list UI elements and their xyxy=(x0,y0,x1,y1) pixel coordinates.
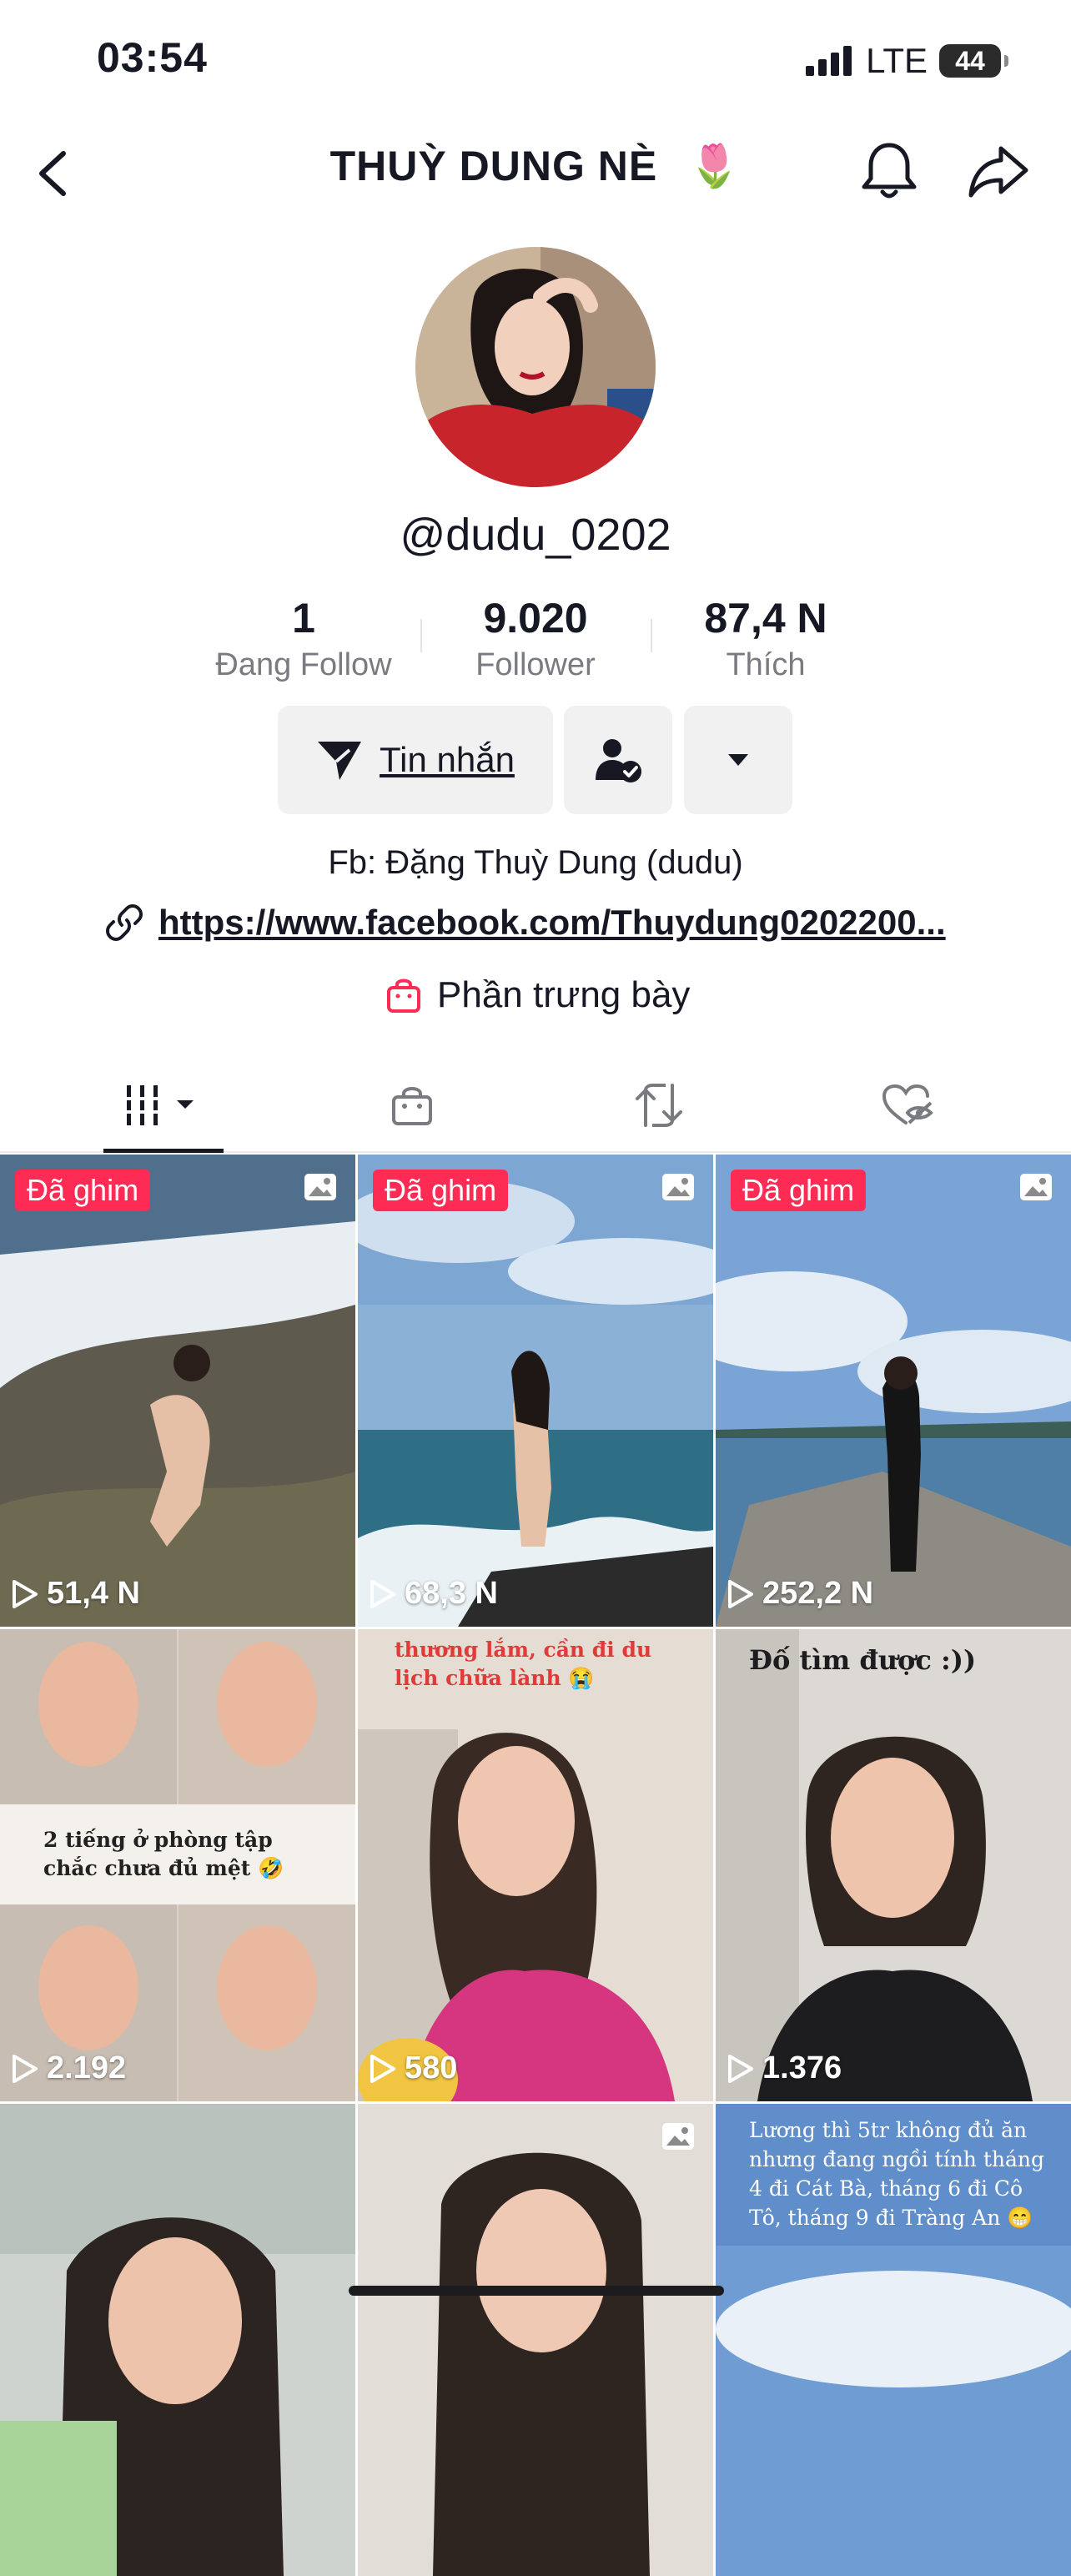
video-thumbnail xyxy=(0,2104,355,2576)
tulip-emoji: 🌷 xyxy=(688,143,742,189)
bio-link-text: https://www.facebook.com/Thuydung0202200… xyxy=(158,903,946,942)
view-count-value: 68,3 N xyxy=(405,1576,498,1611)
video-caption: 2 tiếng ở phòng tập chắc chưa đủ mệt 🤣 xyxy=(43,1828,284,1880)
video-tile[interactable]: Lương thì 5tr không đủ ăn nhưng đang ngồ… xyxy=(716,2104,1071,2576)
status-time: 03:54 xyxy=(97,34,208,81)
video-thumbnail xyxy=(358,2104,713,2576)
video-caption: Đố tìm được :)) xyxy=(749,1644,977,1676)
play-icon xyxy=(13,2054,38,2083)
showcase-label: Phần trưng bày xyxy=(437,974,691,1015)
bell-icon[interactable] xyxy=(859,140,919,202)
battery-icon: 44 xyxy=(939,44,1008,78)
likes-count: 87,4 N xyxy=(704,595,827,641)
view-count-value: 580 xyxy=(405,2050,458,2085)
showcase-link[interactable]: Phần trưng bày xyxy=(385,974,690,1016)
pinned-badge: Đã ghim xyxy=(373,1170,509,1211)
more-options-button[interactable] xyxy=(684,706,792,814)
bio-text: Fb: Đặng Thuỳ Dung (dudu) xyxy=(328,844,743,881)
play-icon xyxy=(370,2054,395,2083)
photo-icon xyxy=(304,1174,336,1200)
share-icon[interactable] xyxy=(968,143,1029,199)
avatar[interactable] xyxy=(415,247,656,487)
play-icon xyxy=(728,1579,753,1608)
tab-liked[interactable] xyxy=(847,1059,968,1151)
send-icon xyxy=(318,742,362,780)
active-tab-indicator xyxy=(103,1149,224,1153)
video-tile[interactable]: Đã ghim 68,3 N xyxy=(358,1155,713,1627)
video-tile[interactable]: Đã ghim 252,2 N xyxy=(716,1155,1071,1627)
caret-down-icon xyxy=(728,754,748,766)
battery-level: 44 xyxy=(955,45,985,76)
play-icon xyxy=(370,1579,395,1608)
pinned-badge: Đã ghim xyxy=(731,1170,867,1211)
video-tile[interactable]: Đã ghim 51,4 N xyxy=(0,1155,355,1627)
likes-label: Thích xyxy=(726,647,806,682)
view-count: 51,4 N xyxy=(12,1576,140,1612)
view-count: 2.192 xyxy=(12,2050,126,2086)
view-count-value: 51,4 N xyxy=(47,1576,140,1611)
shop-icon xyxy=(392,1087,432,1125)
message-button[interactable]: Tin nhắn xyxy=(278,706,553,814)
following-status-button[interactable] xyxy=(564,706,672,814)
profile-tabs xyxy=(0,1059,1071,1153)
tab-shop[interactable] xyxy=(352,1059,472,1151)
network-label: LTE xyxy=(866,41,928,80)
following-label[interactable]: Đang Follow xyxy=(178,647,429,683)
bio-link[interactable]: https://www.facebook.com/Thuydung0202200… xyxy=(105,903,946,943)
photo-icon xyxy=(662,1174,694,1200)
video-grid: Đã ghim 51,4 N Đã ghim 68,3 N Đã ghim 25… xyxy=(0,1155,1071,2576)
photo-icon xyxy=(662,2123,694,2150)
play-icon xyxy=(13,1579,38,1608)
following-count[interactable]: 1 xyxy=(178,594,429,642)
tab-reposts[interactable] xyxy=(599,1059,719,1151)
view-count: 252,2 N xyxy=(727,1576,873,1612)
photo-icon xyxy=(1020,1174,1052,1200)
play-icon xyxy=(728,2054,753,2083)
follower-count[interactable]: 9.020 xyxy=(410,594,661,642)
video-tile[interactable]: Đố tìm được :)) 1.376 xyxy=(716,1629,1071,2101)
tab-videos[interactable] xyxy=(103,1059,224,1151)
video-caption: Lương thì 5tr không đủ ăn nhưng đang ngồ… xyxy=(749,2118,1045,2230)
liked-hidden-icon xyxy=(882,1084,933,1124)
username: @dudu_0202 xyxy=(400,510,671,560)
videos-icon xyxy=(123,1085,194,1125)
user-check-icon xyxy=(596,739,641,782)
pinned-badge: Đã ghim xyxy=(15,1170,151,1211)
view-count: 580 xyxy=(370,2050,457,2086)
video-tile[interactable]: 2 tiếng ở phòng tập chắc chưa đủ mệt 🤣 2… xyxy=(0,1629,355,2101)
video-caption: thương lắm, cần đi du lịch chữa lành 😭 xyxy=(395,1638,652,1690)
page-title-text: THUỲ DUNG NÈ xyxy=(329,143,658,189)
status-indicators: LTE 44 xyxy=(806,40,1008,82)
video-tile[interactable] xyxy=(0,2104,355,2576)
video-thumbnail xyxy=(716,1155,1071,1627)
avatar-photo xyxy=(415,247,656,487)
view-count-value: 252,2 N xyxy=(762,1576,874,1611)
video-thumbnail xyxy=(0,1155,355,1627)
message-button-label: Tin nhắn xyxy=(380,740,515,779)
video-tile[interactable]: thương lắm, cần đi du lịch chữa lành 😭 5… xyxy=(358,1629,713,2101)
repost-icon xyxy=(636,1084,682,1127)
view-count-value: 1.376 xyxy=(762,2050,842,2085)
view-count: 1.376 xyxy=(727,2050,842,2086)
video-thumbnail xyxy=(716,1629,1071,2101)
shopping-bag-icon xyxy=(387,979,420,1013)
signal-icon xyxy=(806,46,852,76)
view-count-value: 2.192 xyxy=(47,2050,127,2085)
video-thumbnail xyxy=(358,1629,713,2101)
home-indicator xyxy=(349,2286,724,2296)
video-tile[interactable] xyxy=(358,2104,713,2576)
view-count: 68,3 N xyxy=(370,1576,498,1612)
video-thumbnail xyxy=(358,1155,713,1627)
follower-label[interactable]: Follower xyxy=(410,647,661,683)
link-icon xyxy=(106,904,143,941)
